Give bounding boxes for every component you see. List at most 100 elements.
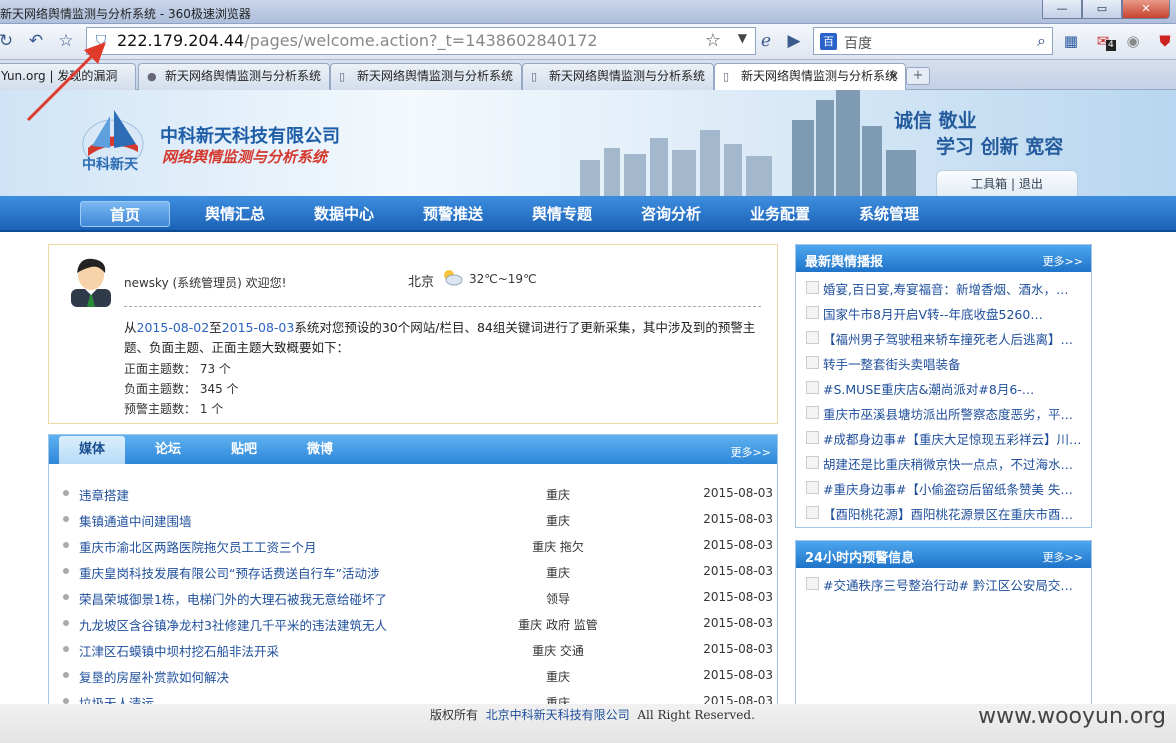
list-item[interactable]: 国家牛市8月开启V转--年底收盘5260… <box>806 300 1090 324</box>
site-banner: 中科新天 中科新天科技有限公司 网络舆情监测与分析系统 诚信 敬业 学习 创新 … <box>0 90 1176 196</box>
list-item[interactable]: #交通秩序三号整治行动# 黔江区公安局交… <box>806 571 1090 595</box>
news-more-link[interactable]: 更多>> <box>731 444 771 460</box>
item-text[interactable]: 胡建还是比重庆稍微京快一点点，不过海水… <box>823 454 1089 473</box>
slogan-line-2: 学习 创新 宽容 <box>936 136 1064 158</box>
close-tab-icon[interactable]: ✕ <box>889 64 899 89</box>
tab-forum[interactable]: 论坛 <box>135 436 201 464</box>
news-tags: 重庆 <box>545 514 570 528</box>
news-tags: 重庆 <box>545 488 570 502</box>
company-link[interactable]: 北京中科新天科技有限公司 <box>486 708 630 722</box>
menu-warning-push[interactable]: 预警推送 <box>408 201 498 227</box>
item-text[interactable]: 【酉阳桃花源】酉阳桃花源景区在重庆市酉… <box>823 504 1089 523</box>
warning-count: 预警主题数： 1 个 <box>124 402 224 416</box>
news-title[interactable]: 荣昌荣城御景1栋，电梯门外的大理石被我无意给碰坏了 <box>79 589 387 608</box>
shield-icon: ⛉ <box>95 33 107 49</box>
tab-2[interactable]: ● 新天网络舆情监测与分析系统 <box>138 63 330 90</box>
minimize-button[interactable]: — <box>1042 0 1082 19</box>
alerts-more-link[interactable]: 更多>> <box>1043 549 1083 565</box>
list-item[interactable]: 【福州男子驾驶租来轿车撞死老人后逃离】… <box>806 325 1090 349</box>
summary-prefix: 从 <box>124 320 137 335</box>
globe-icon: ● <box>147 70 157 83</box>
item-text[interactable]: 重庆市巫溪县塘坊派出所警察态度恶劣，平… <box>823 404 1089 423</box>
news-title[interactable]: 复垦的房屋补赏款如何解决 <box>79 667 229 686</box>
news-row[interactable]: 重庆皇岗科技发展有限公司“预存话费送自行车”活动涉 重庆 2015-08-03 <box>63 558 773 584</box>
maximize-button[interactable]: ▭ <box>1082 0 1122 19</box>
extension-icon[interactable]: ◉ <box>1122 30 1144 52</box>
list-item[interactable]: #重庆身边事#【小偷盗窃后留纸条赞美 失… <box>806 475 1090 499</box>
menu-home[interactable]: 首页 <box>80 201 170 227</box>
item-text[interactable]: 【福州男子驾驶租来轿车撞死老人后逃离】… <box>823 329 1089 348</box>
favorite-star-icon[interactable]: ☆ <box>54 29 78 53</box>
tab-label: 新天网络舆情监测与分析系统 <box>357 69 514 83</box>
list-item[interactable]: 婚宴,百日宴,寿宴福音：新增香烟、酒水，… <box>806 275 1090 299</box>
bookmark-star-icon[interactable]: ☆ <box>705 30 721 51</box>
news-title[interactable]: 九龙坡区含谷镇净龙村3社修建几千平米的违法建筑无人 <box>79 615 387 634</box>
list-item[interactable]: 胡建还是比重庆稍微京快一点点，不过海水… <box>806 450 1090 474</box>
item-text[interactable]: #S.MUSE重庆店&潮尚派对#8月6-… <box>823 379 1089 398</box>
baidu-icon: 百 <box>820 33 837 50</box>
news-row[interactable]: 重庆市渝北区两路医院拖欠员工工资三个月 重庆 拖欠 2015-08-03 <box>63 532 773 558</box>
tab-label: 新天网络舆情监测与分析系统 <box>549 69 706 83</box>
search-box[interactable]: 百 百度 ⌕ <box>813 27 1053 55</box>
list-item[interactable]: #S.MUSE重庆店&潮尚派对#8月6-… <box>806 375 1090 399</box>
undo-icon[interactable]: ↶ <box>24 29 48 53</box>
tab-3[interactable]: ▯ 新天网络舆情监测与分析系统 <box>330 63 522 90</box>
news-row[interactable]: 复垦的房屋补赏款如何解决 重庆 2015-08-03 <box>63 662 773 688</box>
news-title[interactable]: 重庆市渝北区两路医院拖欠员工工资三个月 <box>79 537 317 556</box>
tab-tieba[interactable]: 贴吧 <box>211 436 277 464</box>
list-item[interactable]: 【酉阳桃花源】酉阳桃花源景区在重庆市酉… <box>806 500 1090 524</box>
news-row[interactable]: 九龙坡区含谷镇净龙村3社修建几千平米的违法建筑无人 重庆 政府 监管 2015-08… <box>63 610 773 636</box>
item-text[interactable]: 国家牛市8月开启V转--年底收盘5260… <box>823 304 1089 323</box>
tab-1[interactable]: Yun.org | 发现的漏洞 <box>0 63 136 90</box>
alerts-panel: 24小时内预警信息 更多>> #交通秩序三号整治行动# 黔江区公安局交… <box>795 540 1092 710</box>
tab-weibo[interactable]: 微博 <box>287 436 353 464</box>
menu-business-config[interactable]: 业务配置 <box>735 201 825 227</box>
tab-media[interactable]: 媒体 <box>59 436 125 464</box>
item-icon <box>806 481 819 494</box>
close-window-button[interactable]: ✕ <box>1122 0 1170 19</box>
page-footer: 版权所有 北京中科新天科技有限公司 All Right Reserved. ww… <box>0 704 1176 743</box>
chevron-down-icon[interactable]: ▼ <box>738 31 747 45</box>
search-input[interactable]: 百度 <box>844 33 872 53</box>
menu-summary[interactable]: 舆情汇总 <box>190 201 280 227</box>
item-text[interactable]: #交通秩序三号整治行动# 黔江区公安局交… <box>823 575 1089 594</box>
news-row[interactable]: 集镇通道中间建围墙 重庆 2015-08-03 <box>63 506 773 532</box>
play-icon[interactable]: ▶ <box>782 29 806 53</box>
item-text[interactable]: 婚宴,百日宴,寿宴福音：新增香烟、酒水，… <box>823 279 1089 298</box>
tab-4[interactable]: ▯ 新天网络舆情监测与分析系统 <box>522 63 714 90</box>
ublock-icon[interactable]: ⛊ <box>1154 30 1176 52</box>
ie-mode-icon[interactable]: ℯ <box>754 29 778 53</box>
news-row[interactable]: 江津区石蟆镇中坝村挖石船非法开采 重庆 交通 2015-08-03 <box>63 636 773 662</box>
list-item[interactable]: #成都身边事#【重庆大足惊现五彩祥云】川… <box>806 425 1090 449</box>
news-title[interactable]: 集镇通道中间建围墙 <box>79 511 192 530</box>
tab-label: Yun.org | 发现的漏洞 <box>1 69 118 83</box>
news-tags: 重庆 政府 监管 <box>518 618 598 632</box>
mail-badge-icon[interactable]: ✉ 4 <box>1092 30 1116 52</box>
apps-grid-icon[interactable]: ▦ <box>1060 30 1082 52</box>
item-text[interactable]: #重庆身边事#【小偷盗窃后留纸条赞美 失… <box>823 479 1089 498</box>
news-row[interactable]: 违章搭建 重庆 2015-08-03 <box>63 480 773 506</box>
list-item[interactable]: 转手一整套街头卖唱装备 <box>806 350 1090 374</box>
latest-more-link[interactable]: 更多>> <box>1043 253 1083 269</box>
menu-data-center[interactable]: 数据中心 <box>299 201 389 227</box>
address-text[interactable]: 222.179.204.44/pages/welcome.action?_t=1… <box>117 30 598 52</box>
news-date: 2015-08-03 <box>703 668 773 682</box>
news-title[interactable]: 江津区石蟆镇中坝村挖石船非法开采 <box>79 641 279 660</box>
menu-topics[interactable]: 舆情专题 <box>517 201 607 227</box>
search-icon[interactable]: ⌕ <box>1037 31 1046 51</box>
item-text[interactable]: 转手一整套街头卖唱装备 <box>823 354 1089 373</box>
item-text[interactable]: #成都身边事#【重庆大足惊现五彩祥云】川… <box>823 429 1089 448</box>
news-title[interactable]: 重庆皇岗科技发展有限公司“预存话费送自行车”活动涉 <box>79 563 379 582</box>
tool-links[interactable]: 工具箱 | 退出 <box>936 170 1078 196</box>
tab-active[interactable]: ▯ 新天网络舆情监测与分析系统 ✕ <box>714 63 906 91</box>
news-date: 2015-08-03 <box>703 564 773 578</box>
news-title[interactable]: 违章搭建 <box>79 485 129 504</box>
refresh-icon[interactable]: ↻ <box>0 29 18 53</box>
menu-analysis[interactable]: 咨询分析 <box>626 201 716 227</box>
address-bar[interactable]: ⛉ 222.179.204.44/pages/welcome.action?_t… <box>86 27 756 55</box>
list-item[interactable]: 重庆市巫溪县塘坊派出所警察态度恶劣，平… <box>806 400 1090 424</box>
news-row[interactable]: 荣昌荣城御景1栋，电梯门外的大理石被我无意给碰坏了 领导 2015-08-03 <box>63 584 773 610</box>
panel-header: 24小时内预警信息 更多>> <box>796 541 1091 568</box>
new-tab-button[interactable]: + <box>906 67 930 85</box>
menu-system-admin[interactable]: 系统管理 <box>844 201 934 227</box>
